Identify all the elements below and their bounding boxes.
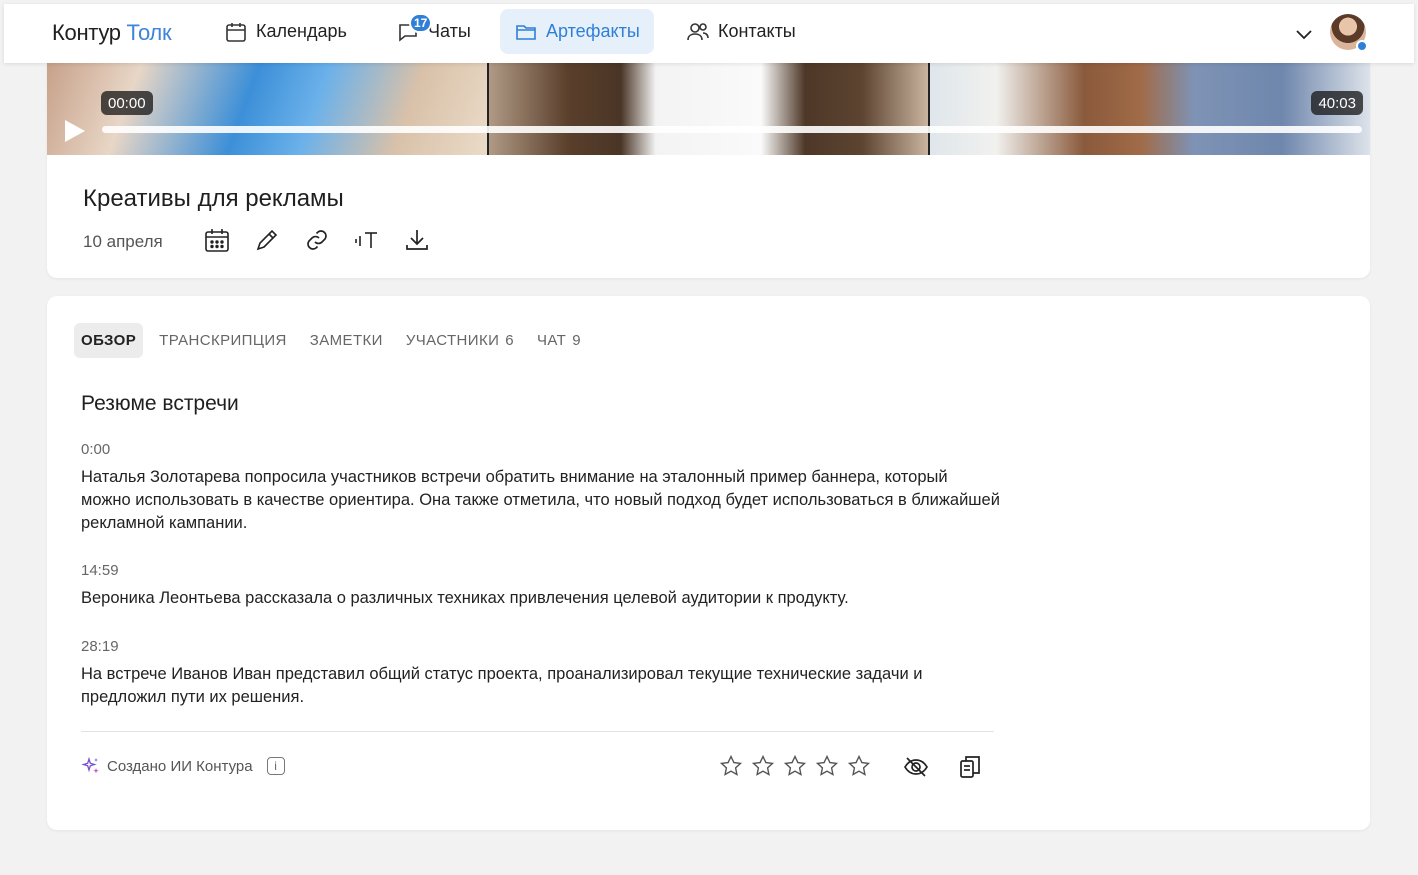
tab-label: ТРАНСКРИПЦИЯ <box>159 332 287 349</box>
calendar-icon <box>226 22 246 42</box>
divider <box>81 731 994 732</box>
contacts-icon <box>687 22 709 40</box>
video-frame <box>928 63 1370 155</box>
summary-entry: 0:00 Наталья Золотарева попросила участн… <box>81 441 1001 535</box>
video-frame <box>486 63 929 155</box>
play-icon[interactable] <box>65 120 85 142</box>
link-icon <box>307 230 327 250</box>
calendar-button[interactable] <box>203 226 231 254</box>
logo-product: Толк <box>126 20 172 45</box>
duration: 40:03 <box>1311 91 1363 115</box>
meeting-date: 10 апреля <box>83 232 163 251</box>
nav-artifacts[interactable]: Артефакты <box>500 9 654 54</box>
tab-count: 6 <box>505 332 515 349</box>
tab-participants[interactable]: УЧАСТНИКИ 6 <box>399 323 521 358</box>
entry-timestamp[interactable]: 28:19 <box>81 638 1001 655</box>
copy-link-button[interactable] <box>303 226 331 254</box>
tab-label: ЧАТ <box>537 332 567 349</box>
tab-notes[interactable]: ЗАМЕТКИ <box>303 323 390 358</box>
nav-chats-label: Чаты <box>428 21 471 41</box>
video-progress-bar[interactable] <box>102 126 1362 133</box>
summary-entry: 28:19 На встрече Иванов Иван представил … <box>81 638 1001 709</box>
star-icon[interactable] <box>847 754 871 778</box>
transcription-button[interactable] <box>353 226 381 254</box>
tab-transcription[interactable]: ТРАНСКРИПЦИЯ <box>152 323 294 358</box>
folder-icon <box>516 24 536 40</box>
ai-attribution: Создано ИИ Контура i <box>81 756 285 776</box>
calendar-icon <box>205 229 229 252</box>
download-icon <box>406 230 428 250</box>
text-size-icon <box>355 232 377 248</box>
entry-text: Вероника Леонтьева рассказала о различны… <box>81 589 849 607</box>
chevron-down-icon[interactable] <box>1294 24 1314 44</box>
entry-timestamp[interactable]: 0:00 <box>81 441 1001 458</box>
star-icon[interactable] <box>719 754 743 778</box>
copy-icon <box>960 756 980 778</box>
content-card: ОБЗОР ТРАНСКРИПЦИЯ ЗАМЕТКИ УЧАСТНИКИ 6 Ч… <box>47 296 1370 830</box>
entry-timestamp[interactable]: 14:59 <box>81 562 1001 579</box>
summary-entry: 14:59 Вероника Леонтьева рассказала о ра… <box>81 562 1001 610</box>
tab-count: 9 <box>572 332 581 349</box>
meeting-title: Креативы для рекламы <box>83 185 344 212</box>
nav-calendar-label: Календарь <box>256 21 347 41</box>
download-button[interactable] <box>403 226 431 254</box>
summary-title: Резюме встречи <box>81 392 239 415</box>
logo-brand: Контур <box>52 20 121 45</box>
online-status-indicator <box>1356 40 1368 52</box>
nav-contacts-label: Контакты <box>718 21 796 41</box>
nav-chats[interactable]: 17 Чаты <box>382 9 485 54</box>
star-icon[interactable] <box>815 754 839 778</box>
hide-button[interactable] <box>902 753 930 781</box>
app-logo[interactable]: Контур Толк <box>52 20 172 46</box>
entry-text: Наталья Золотарева попросила участников … <box>81 468 1000 532</box>
unread-badge: 17 <box>409 13 433 33</box>
nav-contacts[interactable]: Контакты <box>672 9 810 54</box>
nav-calendar[interactable]: Календарь <box>210 9 361 54</box>
nav-artifacts-label: Артефакты <box>546 21 640 41</box>
pencil-icon <box>256 229 278 251</box>
star-icon[interactable] <box>751 754 775 778</box>
meeting-card: 00:00 40:03 Креативы для рекламы 10 апре… <box>47 63 1370 278</box>
sparkles-icon <box>81 756 99 774</box>
info-icon[interactable]: i <box>266 757 285 775</box>
current-time: 00:00 <box>101 91 153 115</box>
tab-label: ЗАМЕТКИ <box>309 332 383 349</box>
copy-button[interactable] <box>956 753 984 781</box>
tab-bar: ОБЗОР ТРАНСКРИПЦИЯ ЗАМЕТКИ УЧАСТНИКИ 6 Ч… <box>74 323 597 358</box>
entry-text: На встрече Иванов Иван представил общий … <box>81 665 923 706</box>
video-preview[interactable] <box>47 63 1370 155</box>
rating-stars <box>719 754 871 778</box>
tab-label: УЧАСТНИКИ <box>405 332 500 349</box>
edit-button[interactable] <box>253 226 281 254</box>
ai-label: Создано ИИ Контура <box>107 757 253 775</box>
tab-chat[interactable]: ЧАТ 9 <box>530 323 588 358</box>
eye-off-icon <box>904 757 928 777</box>
tab-overview[interactable]: ОБЗОР <box>74 323 144 358</box>
tab-label: ОБЗОР <box>81 332 137 349</box>
star-icon[interactable] <box>783 754 807 778</box>
top-navigation-bar: Контур Толк Календарь 17 Чаты Артефакты … <box>4 4 1414 63</box>
